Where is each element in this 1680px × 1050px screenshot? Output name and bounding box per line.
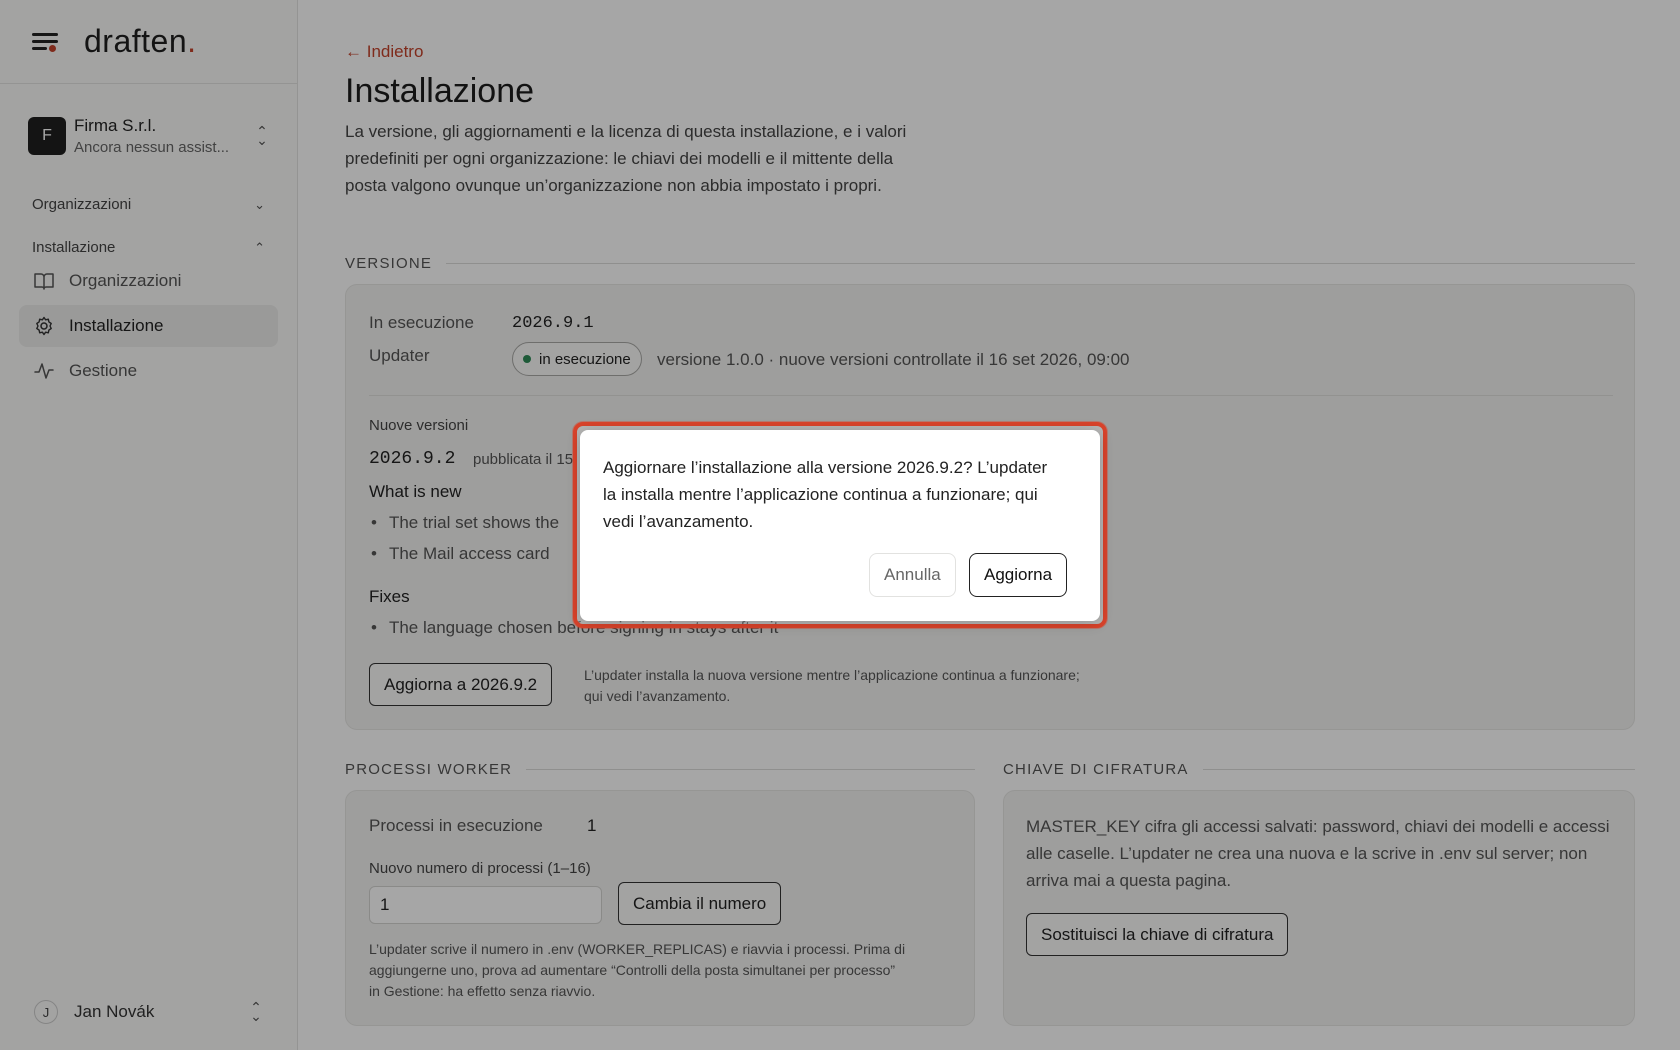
confirm-dialog: Aggiornare l’installazione alla versione…	[580, 430, 1100, 621]
confirm-update-button[interactable]: Aggiorna	[969, 553, 1068, 597]
dialog-message: Aggiornare l’installazione alla versione…	[603, 458, 1048, 531]
cancel-button[interactable]: Annulla	[869, 553, 956, 597]
